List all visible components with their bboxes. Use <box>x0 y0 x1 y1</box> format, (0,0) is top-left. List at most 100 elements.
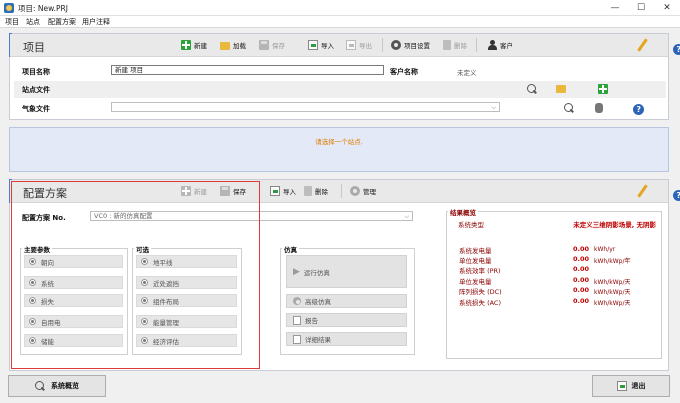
trash-icon <box>304 186 312 196</box>
export-label: 导出 <box>359 42 372 50</box>
menu-bar: 项目 站点 配置方案 用户注释 <box>0 16 680 28</box>
site-notice-panel: 请选择一个站点. <box>9 127 669 172</box>
result-label: 阵列损失 (DC) <box>459 288 502 296</box>
import-icon <box>270 186 280 196</box>
site-add-icon[interactable] <box>598 84 609 94</box>
play-icon: ▶ <box>293 266 300 277</box>
load-project-button[interactable]: 加载 <box>220 38 246 52</box>
help-icon[interactable]: ? <box>673 44 680 55</box>
search-icon <box>35 380 46 392</box>
site-file-label: 站点文件 <box>22 86 50 94</box>
project-title: 项目 <box>23 41 45 54</box>
weather-file-select[interactable]: ⌵ <box>111 102 500 112</box>
new-label: 新建 <box>194 42 207 50</box>
import-project-button[interactable]: 导入 <box>308 38 334 52</box>
detailed-results-label: 详细结果 <box>305 336 331 344</box>
report-button[interactable]: 报告 <box>286 313 407 327</box>
report-icon <box>293 315 301 325</box>
toolbar-separator <box>382 38 383 52</box>
run-simulation-label: 运行仿真 <box>303 268 330 277</box>
toolbar-separator <box>341 184 342 198</box>
result-unit: kWh/kWp/天 <box>594 289 631 296</box>
menu-variant[interactable]: 配置方案 <box>48 17 76 27</box>
manage-variant-button[interactable]: 管理 <box>350 184 376 198</box>
system-overview-button[interactable]: 系统概览 <box>8 375 106 397</box>
maximize-button[interactable]: ☐ <box>628 0 654 16</box>
result-label: 系统效率 (PR) <box>459 267 501 275</box>
menu-user-notes[interactable]: 用户注释 <box>82 17 110 27</box>
result-label: 系统发电量 <box>459 247 492 255</box>
delete-variant-button[interactable]: 删除 <box>304 184 328 198</box>
weather-file-label: 气象文件 <box>22 105 50 113</box>
client-name-label: 客户名称 <box>390 68 418 76</box>
site-folder-icon[interactable] <box>556 85 567 93</box>
advanced-simulation-button[interactable]: 高级仿真 <box>286 294 407 308</box>
results-title: 结果概览 <box>448 207 478 217</box>
import-label: 导入 <box>283 188 296 196</box>
export-icon <box>346 40 356 50</box>
site-notice-text: 请选择一个站点. <box>315 138 363 146</box>
chevron-down-icon: ⌵ <box>491 104 496 111</box>
result-unit: kWh/kWp/年 <box>594 258 631 265</box>
project-settings-button[interactable]: 项目设置 <box>391 38 430 52</box>
run-simulation-button[interactable]: ▶ 运行仿真 <box>286 255 407 288</box>
detailed-results-button[interactable]: 详细结果 <box>286 332 407 346</box>
save-project-button[interactable]: 保存 <box>259 38 285 52</box>
system-overview-label: 系统概览 <box>51 382 79 390</box>
exit-label: 退出 <box>631 382 646 390</box>
gear-icon <box>293 297 301 305</box>
project-header: 项目 新建 加载 保存 导入 导出 项目设置 删除 客户 ? <box>10 34 680 57</box>
save-label: 保存 <box>272 42 285 50</box>
delete-label: 删除 <box>454 42 467 50</box>
plus-icon <box>181 40 191 50</box>
result-value: 0.00 <box>572 265 589 273</box>
result-value: 0.00 <box>572 276 589 284</box>
project-name-label: 项目名称 <box>22 68 50 76</box>
result-unit: kWh/yr <box>594 246 616 253</box>
weather-help-icon[interactable]: ? <box>633 104 645 115</box>
menu-site[interactable]: 站点 <box>26 17 40 27</box>
simulation-title: 仿真 <box>282 244 299 254</box>
project-name-input[interactable]: 新建 项目 <box>111 65 384 75</box>
window-title: 项目: New.PRJ <box>18 4 68 13</box>
result-value: 0.00 <box>572 245 589 253</box>
minimize-button[interactable]: — <box>602 0 628 16</box>
folder-icon <box>220 42 230 50</box>
weather-search-icon[interactable] <box>563 103 574 113</box>
client-button[interactable]: 客户 <box>487 38 513 52</box>
report-label: 报告 <box>305 317 318 325</box>
menu-project[interactable]: 项目 <box>5 17 19 27</box>
export-project-button[interactable]: 导出 <box>346 38 372 52</box>
system-type-value: 未定义三维阴影场景, 无阴影 <box>573 221 656 229</box>
import-label: 导入 <box>321 42 334 50</box>
system-type-label: 系统类型 <box>458 221 484 229</box>
close-button[interactable]: ✕ <box>654 0 680 16</box>
settings-label: 项目设置 <box>404 42 430 50</box>
result-value: 0.00 <box>572 286 589 294</box>
new-project-button[interactable]: 新建 <box>181 38 207 52</box>
result-value: 0.00 <box>572 297 589 305</box>
app-icon <box>4 3 14 13</box>
exit-button[interactable]: 退出 <box>592 375 670 397</box>
manage-label: 管理 <box>363 188 376 196</box>
database-icon[interactable] <box>594 103 603 113</box>
advanced-simulation-label: 高级仿真 <box>305 298 331 306</box>
pencil-icon[interactable] <box>636 39 648 51</box>
project-panel: 项目 新建 加载 保存 导入 导出 项目设置 删除 客户 ? 项目名称 新建 项… <box>9 33 680 120</box>
trash-icon <box>443 40 451 50</box>
gear-icon <box>391 40 401 50</box>
exit-icon <box>616 381 627 391</box>
pencil-icon[interactable] <box>636 185 648 197</box>
user-icon <box>487 40 497 50</box>
result-label: 单位发电量 <box>459 257 492 265</box>
client-label: 客户 <box>500 42 513 50</box>
import-variant-button[interactable]: 导入 <box>270 184 296 198</box>
result-label: 系统损失 (AC) <box>459 299 502 307</box>
help-icon[interactable]: ? <box>673 190 680 201</box>
import-icon <box>308 40 318 50</box>
result-label: 单位发电量 <box>459 278 492 286</box>
result-unit: kWh/kWp/天 <box>594 279 631 286</box>
result-unit: kWh/kWp/天 <box>594 300 631 307</box>
delete-project-button[interactable]: 删除 <box>443 38 467 52</box>
site-search-icon[interactable] <box>527 84 537 94</box>
